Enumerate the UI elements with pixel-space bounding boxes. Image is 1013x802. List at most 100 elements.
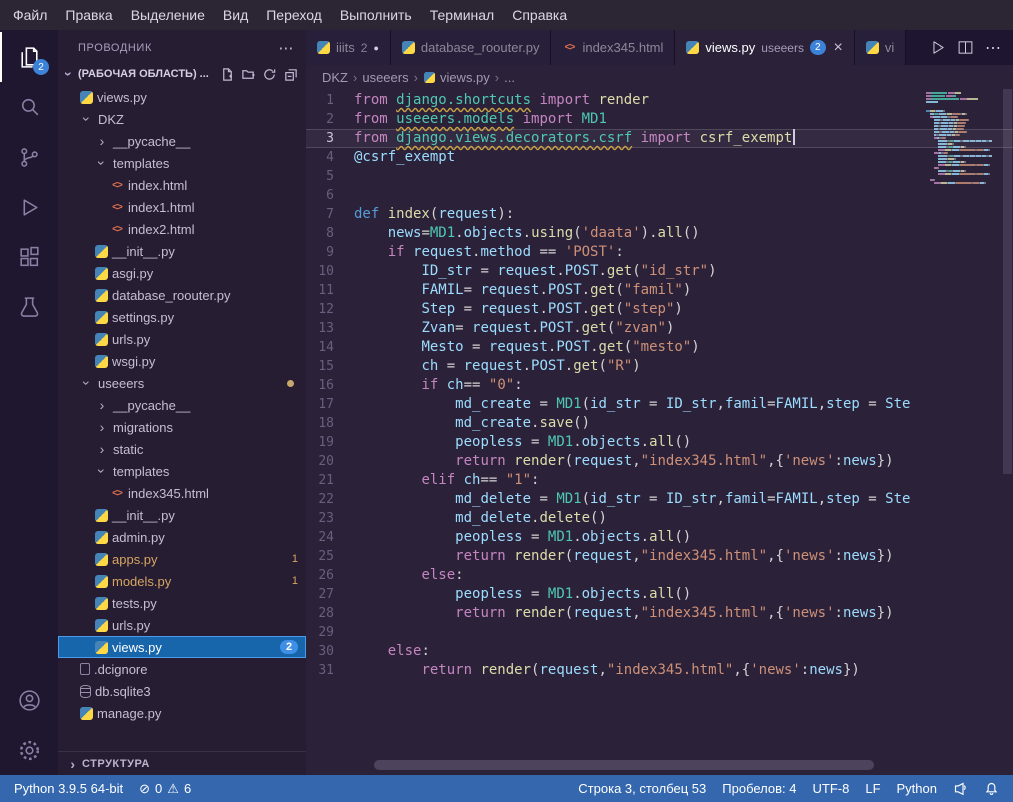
- notifications-button[interactable]: [976, 781, 1007, 796]
- horizontal-scrollbar[interactable]: [374, 760, 918, 770]
- tab-views-py[interactable]: views.pyuseeers2×: [675, 30, 854, 65]
- code-line[interactable]: 30 else:: [306, 642, 1013, 661]
- code-line[interactable]: 16 if ch== "0":: [306, 376, 1013, 395]
- close-icon[interactable]: ×: [834, 39, 843, 57]
- problems-indicator[interactable]: ⊘ 0 ⚠ 6: [131, 781, 199, 797]
- tab-vi[interactable]: vi: [855, 30, 906, 65]
- line-number[interactable]: 1: [306, 91, 354, 110]
- code-line[interactable]: 27 peopless = MD1.objects.all(): [306, 585, 1013, 604]
- settings-button[interactable]: [0, 725, 58, 775]
- code-line[interactable]: 20 return render(request,"index345.html"…: [306, 452, 1013, 471]
- tree-item[interactable]: apps.py1: [58, 548, 306, 570]
- tree-item[interactable]: __init__.py: [58, 504, 306, 526]
- run-python-file-button[interactable]: [929, 39, 946, 56]
- line-number[interactable]: 20: [306, 452, 354, 471]
- menu-item[interactable]: Переход: [257, 3, 331, 27]
- collapse-all-icon[interactable]: [283, 67, 298, 82]
- tree-item[interactable]: ›templates: [58, 152, 306, 174]
- code-line[interactable]: 17 md_create = MD1(id_str = ID_str,famil…: [306, 395, 1013, 414]
- tree-item[interactable]: ›useeers: [58, 372, 306, 394]
- code-line[interactable]: 15 ch = request.POST.get("R"): [306, 357, 1013, 376]
- tree-item[interactable]: <>index1.html: [58, 196, 306, 218]
- tree-item[interactable]: settings.py: [58, 306, 306, 328]
- code-line[interactable]: 24 peopless = MD1.objects.all(): [306, 528, 1013, 547]
- line-number[interactable]: 16: [306, 376, 354, 395]
- code-line[interactable]: 18 md_create.save(): [306, 414, 1013, 433]
- line-number[interactable]: 3: [306, 129, 354, 148]
- line-number[interactable]: 5: [306, 167, 354, 186]
- more-actions-icon[interactable]: ⋯: [278, 39, 294, 57]
- tree-item[interactable]: ›__pycache__: [58, 130, 306, 152]
- menu-item[interactable]: Выделение: [122, 3, 214, 27]
- code-line[interactable]: 5: [306, 167, 1013, 186]
- editor[interactable]: 1from django.shortcuts import render2fro…: [306, 89, 1013, 775]
- explorer-view-button[interactable]: 2: [0, 32, 58, 82]
- breadcrumb-item[interactable]: useeers: [362, 70, 408, 85]
- code-line[interactable]: 4@csrf_exempt: [306, 148, 1013, 167]
- outline-section-header[interactable]: › СТРУКТУРА: [58, 751, 306, 775]
- tree-item[interactable]: ›templates: [58, 460, 306, 482]
- line-number[interactable]: 23: [306, 509, 354, 528]
- line-number[interactable]: 29: [306, 623, 354, 642]
- code-line[interactable]: 3from django.views.decorators.csrf impor…: [306, 129, 1013, 148]
- tree-item[interactable]: database_roouter.py: [58, 284, 306, 306]
- code-line[interactable]: 23 md_delete.delete(): [306, 509, 1013, 528]
- tab-index345-html[interactable]: <>index345.html: [551, 30, 675, 65]
- tree-item[interactable]: models.py1: [58, 570, 306, 592]
- line-number[interactable]: 10: [306, 262, 354, 281]
- code-line[interactable]: 22 md_delete = MD1(id_str = ID_str,famil…: [306, 490, 1013, 509]
- refresh-icon[interactable]: [262, 67, 277, 82]
- line-number[interactable]: 14: [306, 338, 354, 357]
- extensions-view-button[interactable]: [0, 232, 58, 282]
- split-editor-icon[interactable]: [957, 39, 974, 56]
- breadcrumb-item[interactable]: DKZ: [322, 70, 348, 85]
- menu-item[interactable]: Файл: [4, 3, 56, 27]
- code-line[interactable]: 2from useeers.models import MD1: [306, 110, 1013, 129]
- cursor-position[interactable]: Строка 3, столбец 53: [570, 781, 714, 796]
- new-file-icon[interactable]: [220, 67, 235, 82]
- tree-item[interactable]: tests.py: [58, 592, 306, 614]
- tree-item[interactable]: ›__pycache__: [58, 394, 306, 416]
- line-number[interactable]: 7: [306, 205, 354, 224]
- tree-item[interactable]: __init__.py: [58, 240, 306, 262]
- python-interpreter[interactable]: Python 3.9.5 64-bit: [6, 781, 131, 796]
- line-number[interactable]: 28: [306, 604, 354, 623]
- tab-iiits[interactable]: iiits2●: [306, 30, 391, 65]
- code-line[interactable]: 14 Mesto = request.POST.get("mesto"): [306, 338, 1013, 357]
- tree-item[interactable]: asgi.py: [58, 262, 306, 284]
- menu-item[interactable]: Выполнить: [331, 3, 421, 27]
- line-number[interactable]: 9: [306, 243, 354, 262]
- more-actions-icon[interactable]: ⋯: [985, 38, 1001, 58]
- line-number[interactable]: 26: [306, 566, 354, 585]
- minimap[interactable]: [926, 92, 1000, 185]
- line-number[interactable]: 2: [306, 110, 354, 129]
- eol-setting[interactable]: LF: [857, 781, 888, 796]
- tree-item[interactable]: ›DKZ: [58, 108, 306, 130]
- vertical-scrollbar[interactable]: [1003, 89, 1012, 474]
- tree-item[interactable]: .dcignore: [58, 658, 306, 680]
- account-button[interactable]: [0, 675, 58, 725]
- code-line[interactable]: 10 ID_str = request.POST.get("id_str"): [306, 262, 1013, 281]
- tree-item[interactable]: urls.py: [58, 328, 306, 350]
- line-number[interactable]: 30: [306, 642, 354, 661]
- line-number[interactable]: 31: [306, 661, 354, 680]
- line-number[interactable]: 8: [306, 224, 354, 243]
- code-line[interactable]: 9 if request.method == 'POST':: [306, 243, 1013, 262]
- breadcrumb-item[interactable]: ...: [504, 70, 515, 85]
- run-debug-view-button[interactable]: [0, 182, 58, 232]
- code-line[interactable]: 21 elif ch== "1":: [306, 471, 1013, 490]
- code-line[interactable]: 11 FAMIL= request.POST.get("famil"): [306, 281, 1013, 300]
- code-line[interactable]: 12 Step = request.POST.get("step"): [306, 300, 1013, 319]
- menu-item[interactable]: Вид: [214, 3, 257, 27]
- language-mode[interactable]: Python: [889, 781, 945, 796]
- testing-view-button[interactable]: [0, 282, 58, 332]
- menu-item[interactable]: Правка: [56, 3, 121, 27]
- search-view-button[interactable]: [0, 82, 58, 132]
- menu-item[interactable]: Терминал: [421, 3, 503, 27]
- breadcrumb-item[interactable]: views.py: [423, 70, 490, 85]
- source-control-view-button[interactable]: [0, 132, 58, 182]
- code-line[interactable]: 1from django.shortcuts import render: [306, 91, 1013, 110]
- code-line[interactable]: 25 return render(request,"index345.html"…: [306, 547, 1013, 566]
- tree-item[interactable]: db.sqlite3: [58, 680, 306, 702]
- tree-item[interactable]: ›static: [58, 438, 306, 460]
